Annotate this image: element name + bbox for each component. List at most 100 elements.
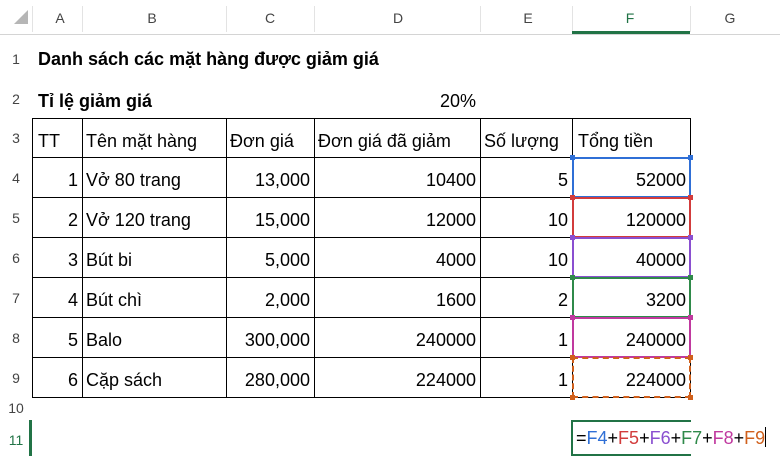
- row-header-6[interactable]: 6: [0, 238, 32, 278]
- formula-token: +: [607, 428, 619, 448]
- cell-unit-price-2[interactable]: 15,000: [230, 208, 310, 232]
- reference-handle[interactable]: [688, 315, 693, 320]
- reference-handle[interactable]: [570, 195, 575, 200]
- cell-name-1[interactable]: Vở 80 trang: [86, 168, 181, 192]
- cell-discounted-price-6[interactable]: 224000: [318, 368, 476, 392]
- column-header-separator: [314, 6, 315, 32]
- cell-unit-price-3[interactable]: 5,000: [230, 248, 310, 272]
- header-tt[interactable]: TT: [38, 129, 60, 153]
- reference-handle[interactable]: [688, 155, 693, 160]
- row-header-10[interactable]: 10: [0, 398, 32, 418]
- reference-handle[interactable]: [570, 315, 575, 320]
- reference-handle[interactable]: [570, 235, 575, 240]
- header-quantity[interactable]: Số lượng: [484, 129, 559, 153]
- reference-handle[interactable]: [688, 235, 693, 240]
- sheet-title[interactable]: Danh sách các mặt hàng được giảm giá: [38, 47, 379, 71]
- reference-box-f7: [572, 277, 691, 318]
- cell-discounted-price-4[interactable]: 1600: [318, 288, 476, 312]
- column-header-f[interactable]: F: [610, 8, 650, 28]
- cell-discounted-price-5[interactable]: 240000: [318, 328, 476, 352]
- reference-handle[interactable]: [688, 195, 693, 200]
- select-all-icon[interactable]: [14, 10, 28, 24]
- cell-name-5[interactable]: Balo: [86, 328, 122, 352]
- reference-box-f4: [572, 157, 691, 198]
- cell-tt-3[interactable]: 3: [38, 248, 78, 272]
- discount-label[interactable]: Tỉ lệ giảm giá: [38, 89, 152, 113]
- reference-box-f9: [572, 357, 691, 398]
- cell-quantity-5[interactable]: 1: [484, 328, 568, 352]
- formula-token: F4: [586, 428, 608, 448]
- reference-handle[interactable]: [688, 355, 693, 360]
- cell-discounted-price-3[interactable]: 4000: [318, 248, 476, 272]
- row-header-1[interactable]: 1: [0, 40, 32, 78]
- cell-unit-price-5[interactable]: 300,000: [230, 328, 310, 352]
- discount-value[interactable]: 20%: [314, 89, 476, 113]
- reference-handle[interactable]: [570, 275, 575, 280]
- column-header-g[interactable]: G: [710, 8, 750, 28]
- cell-unit-price-6[interactable]: 280,000: [230, 368, 310, 392]
- cell-name-3[interactable]: Bút bi: [86, 248, 132, 272]
- reference-handle[interactable]: [570, 395, 575, 400]
- column-header-c[interactable]: C: [250, 8, 290, 28]
- row-header-12[interactable]: [0, 462, 32, 468]
- cell-tt-2[interactable]: 2: [38, 208, 78, 232]
- cell-name-6[interactable]: Cặp sách: [86, 368, 162, 392]
- row-header-11[interactable]: 11: [0, 418, 32, 462]
- cell-quantity-6[interactable]: 1: [484, 368, 568, 392]
- reference-box-f5: [572, 197, 691, 238]
- cell-discounted-price-2[interactable]: 12000: [318, 208, 476, 232]
- formula-token: F6: [649, 428, 671, 448]
- header-divider: [0, 34, 780, 35]
- cell-quantity-3[interactable]: 10: [484, 248, 568, 272]
- column-header-b[interactable]: B: [132, 8, 172, 28]
- cell-discounted-price-1[interactable]: 10400: [318, 168, 476, 192]
- row-header-4[interactable]: 4: [0, 158, 32, 198]
- formula-token: =: [576, 428, 587, 448]
- cell-quantity-4[interactable]: 2: [484, 288, 568, 312]
- column-header-separator: [82, 6, 83, 32]
- reference-box-f8: [572, 317, 691, 358]
- formula-text[interactable]: =F4+F5+F6+F7+F8+F9: [576, 426, 767, 450]
- reference-box-f6: [572, 237, 691, 278]
- cell-name-4[interactable]: Bút chì: [86, 288, 142, 312]
- cell-tt-5[interactable]: 5: [38, 328, 78, 352]
- row-header-9[interactable]: 9: [0, 358, 32, 398]
- cell-quantity-1[interactable]: 5: [484, 168, 568, 192]
- cell-tt-4[interactable]: 4: [38, 288, 78, 312]
- header-discounted-price[interactable]: Đơn giá đã giảm: [318, 129, 451, 153]
- cell-name-2[interactable]: Vở 120 trang: [86, 208, 191, 232]
- header-unit-price[interactable]: Đơn giá: [230, 129, 294, 153]
- cell-unit-price-1[interactable]: 13,000: [230, 168, 310, 192]
- table-grid-line-v: [226, 118, 227, 398]
- reference-handle[interactable]: [570, 155, 575, 160]
- cell-unit-price-4[interactable]: 2,000: [230, 288, 310, 312]
- reference-handle[interactable]: [688, 275, 693, 280]
- table-grid-line-v: [32, 118, 33, 398]
- row-header-5[interactable]: 5: [0, 198, 32, 238]
- formula-token: +: [670, 428, 682, 448]
- column-header-e[interactable]: E: [508, 8, 548, 28]
- reference-handle[interactable]: [570, 355, 575, 360]
- row-header-3[interactable]: 3: [0, 119, 32, 157]
- formula-token: F5: [618, 428, 640, 448]
- header-name[interactable]: Tên mặt hàng: [86, 129, 197, 153]
- header-total[interactable]: Tổng tiền: [578, 129, 653, 153]
- formula-token: +: [733, 428, 745, 448]
- formula-token: F8: [712, 428, 734, 448]
- column-header-separator: [572, 6, 573, 32]
- column-header-d[interactable]: D: [378, 8, 418, 28]
- table-grid-line-v: [82, 118, 83, 398]
- reference-handle[interactable]: [688, 395, 693, 400]
- table-grid-line-v: [314, 118, 315, 398]
- table-grid-line-h: [32, 118, 690, 119]
- cell-tt-6[interactable]: 6: [38, 368, 78, 392]
- column-header-a[interactable]: A: [40, 8, 80, 28]
- row-header-2[interactable]: 2: [0, 80, 32, 118]
- row-header-7[interactable]: 7: [0, 278, 32, 318]
- cell-tt-1[interactable]: 1: [38, 168, 78, 192]
- row-header-8[interactable]: 8: [0, 318, 32, 358]
- cell-quantity-2[interactable]: 10: [484, 208, 568, 232]
- text-caret: [765, 427, 767, 447]
- formula-token: F7: [681, 428, 703, 448]
- column-header-separator: [32, 6, 33, 32]
